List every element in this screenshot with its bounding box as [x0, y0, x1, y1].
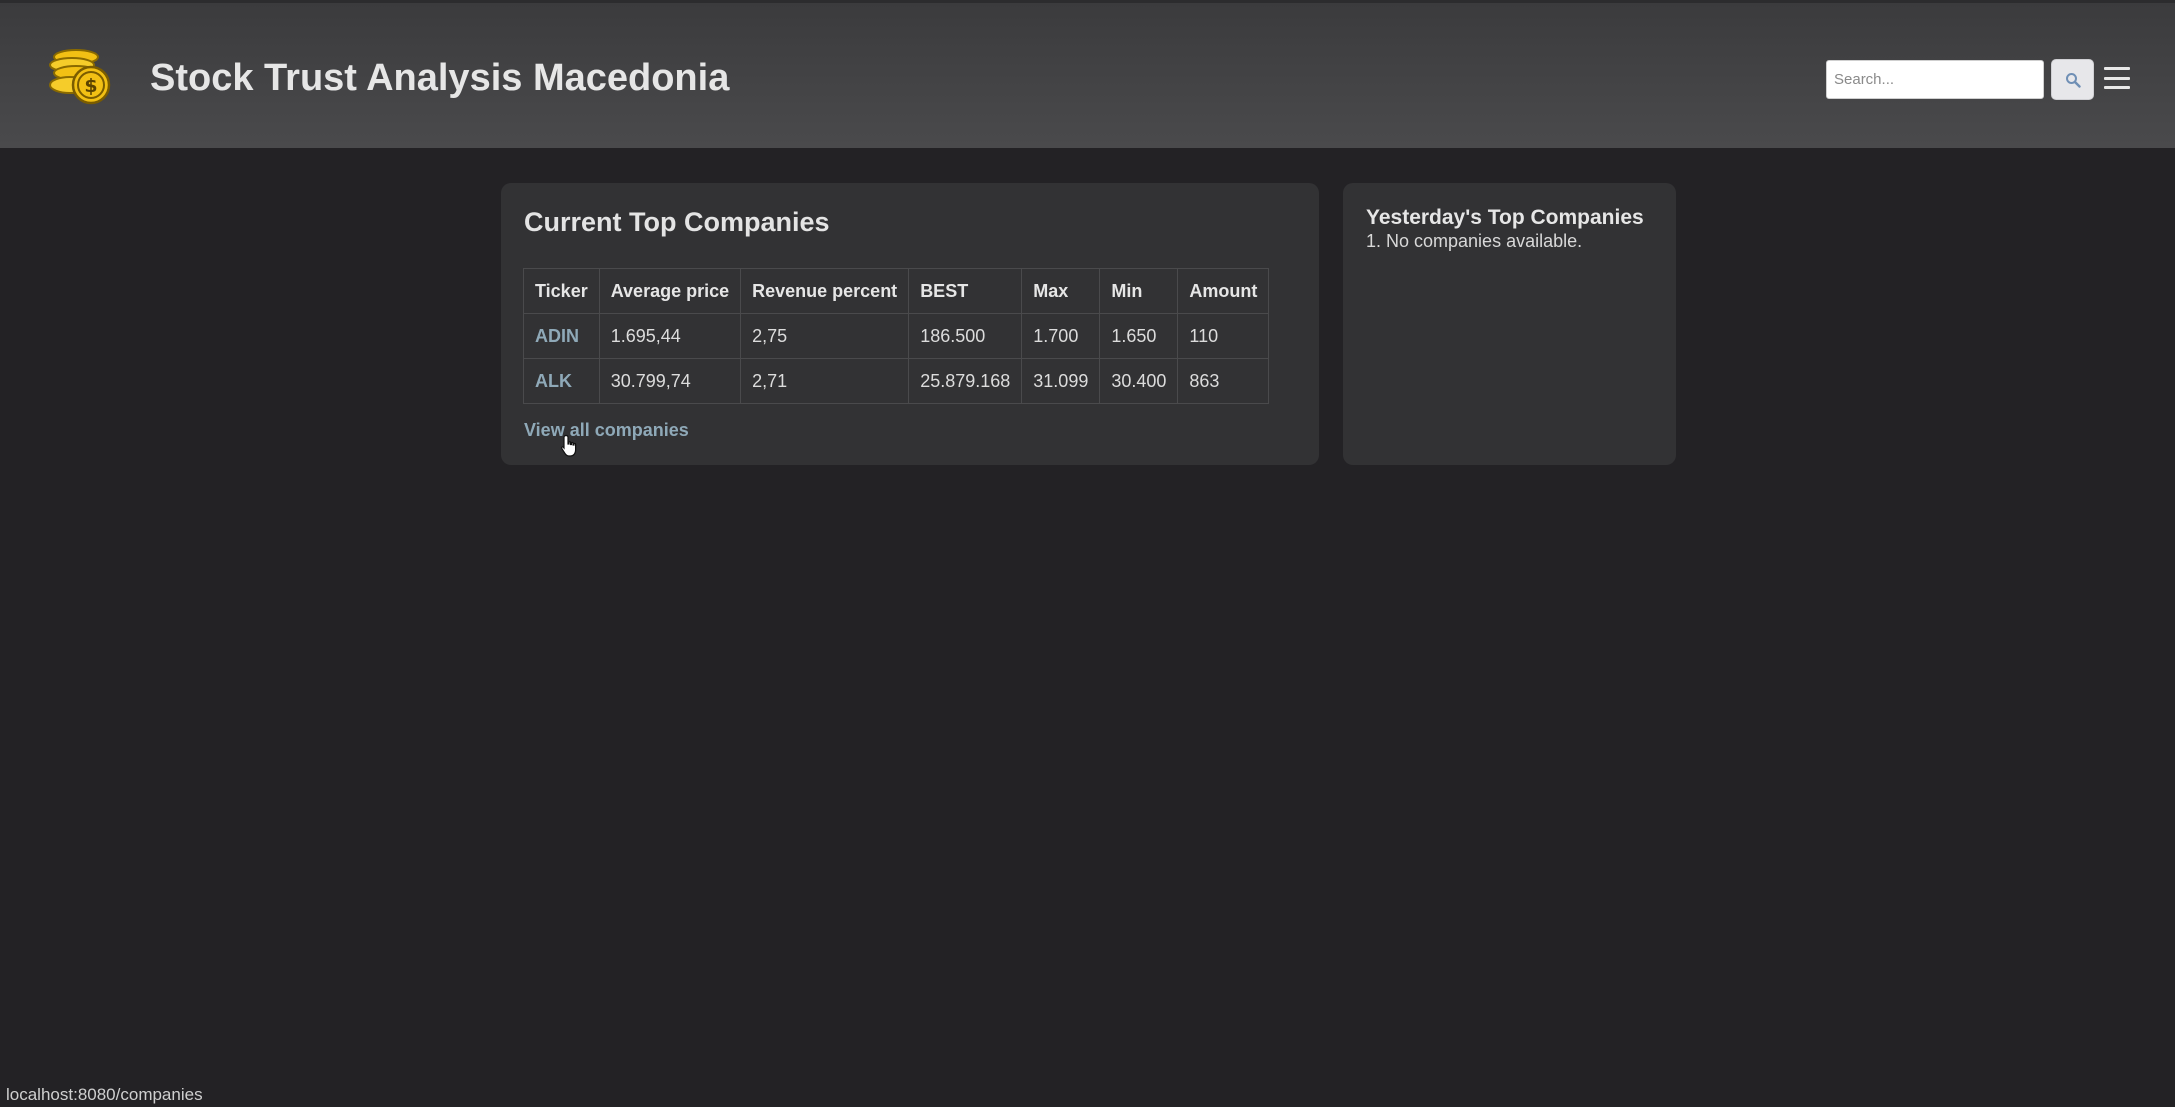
view-all-companies-link[interactable]: View all companies — [524, 420, 689, 441]
site-header: $ Stock Trust Analysis Macedonia — [0, 0, 2175, 148]
table-row: ADIN 1.695,44 2,75 186.500 1.700 1.650 1… — [523, 313, 1270, 359]
list-item: 1. No companies available. — [1366, 231, 1583, 251]
search-input[interactable] — [1826, 60, 2044, 99]
column-header-best: BEST — [908, 268, 1023, 314]
revenue-percent-cell: 2,75 — [740, 313, 910, 359]
menu-bar — [2104, 67, 2130, 70]
table-row: ALK 30.799,74 2,71 25.879.168 31.099 30.… — [523, 358, 1270, 404]
column-header-max: Max — [1021, 268, 1101, 314]
amount-cell: 863 — [1177, 358, 1270, 404]
amount-cell: 110 — [1177, 313, 1270, 359]
ticker-link[interactable]: ALK — [523, 358, 600, 404]
status-bar-url: localhost:8080/companies — [0, 1083, 209, 1107]
average-price-cell: 30.799,74 — [598, 358, 742, 404]
current-top-companies-title: Current Top Companies — [524, 207, 830, 237]
search-button[interactable] — [2051, 59, 2094, 100]
menu-bar — [2104, 76, 2130, 80]
max-cell: 1.700 — [1021, 313, 1101, 359]
yesterday-top-companies-title: Yesterday's Top Companies — [1366, 206, 1644, 229]
best-cell: 25.879.168 — [908, 358, 1023, 404]
max-cell: 31.099 — [1021, 358, 1101, 404]
hand-pointer-icon — [561, 434, 577, 457]
menu-bar — [2104, 86, 2130, 89]
table-header-row: Ticker Average price Revenue percent BES… — [523, 268, 1270, 314]
average-price-cell: 1.695,44 — [598, 313, 742, 359]
min-cell: 1.650 — [1099, 313, 1179, 359]
ticker-link[interactable]: ADIN — [523, 313, 600, 359]
column-header-revenue-percent: Revenue percent — [740, 268, 910, 314]
min-cell: 30.400 — [1099, 358, 1179, 404]
search-icon — [2065, 72, 2081, 88]
hamburger-menu-icon[interactable] — [2104, 63, 2130, 93]
column-header-ticker: Ticker — [523, 268, 600, 314]
revenue-percent-cell: 2,71 — [740, 358, 910, 404]
gold-coins-icon[interactable]: $ — [46, 45, 116, 107]
svg-text:$: $ — [84, 75, 97, 97]
column-header-average-price: Average price — [598, 268, 742, 314]
companies-table: Ticker Average price Revenue percent BES… — [523, 268, 1270, 404]
yesterday-companies-list: 1. No companies available. — [1366, 231, 1582, 252]
column-header-min: Min — [1099, 268, 1179, 314]
current-top-companies-card: Current Top Companies Ticker Average pri… — [501, 183, 1319, 465]
yesterday-top-companies-card: Yesterday's Top Companies 1. No companie… — [1343, 183, 1676, 465]
best-cell: 186.500 — [908, 313, 1023, 359]
column-header-amount: Amount — [1177, 268, 1270, 314]
site-title[interactable]: Stock Trust Analysis Macedonia — [150, 57, 729, 100]
